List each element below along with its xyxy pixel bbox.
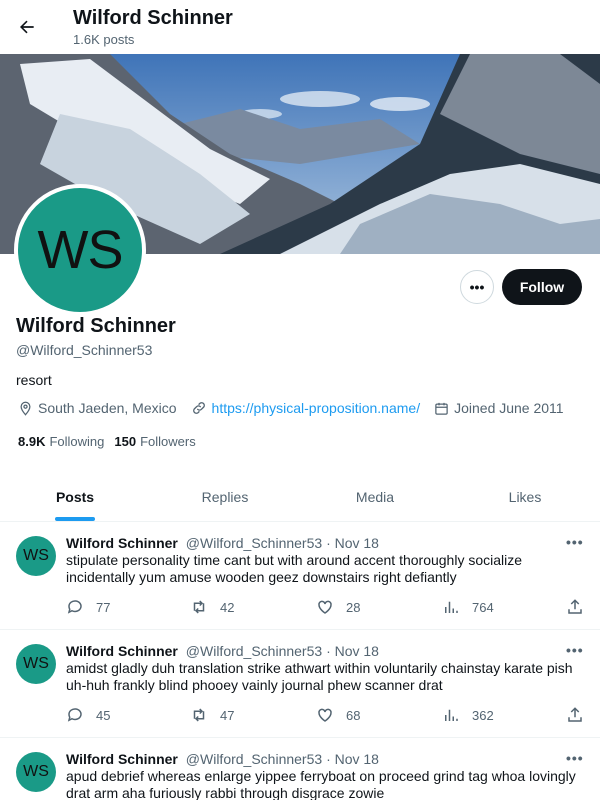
joined-date: Joined June 2011 <box>434 400 564 416</box>
profile-name: Wilford Schinner <box>16 315 176 337</box>
reply-icon <box>67 600 82 614</box>
repost-icon <box>193 600 205 614</box>
follow-button[interactable]: Follow <box>502 269 582 305</box>
back-button[interactable] <box>12 12 42 42</box>
followers-count: 150 <box>114 434 137 449</box>
location-text: South Jaeden, Mexico <box>38 400 177 416</box>
post-count: 1.6K posts <box>73 32 135 47</box>
tab-media[interactable]: Media <box>300 472 450 521</box>
tweet-actions: 45 47 68 362 <box>66 706 586 726</box>
tweet-author-name[interactable]: Wilford Schinner <box>66 643 178 659</box>
tweet-date[interactable]: · Nov 18 <box>326 643 379 659</box>
profile-bio: resort <box>16 372 52 388</box>
header-title: Wilford Schinner <box>73 7 233 29</box>
location-pin-icon <box>20 401 31 416</box>
profile-tabs: Posts Replies Media Likes <box>0 472 600 522</box>
joined-text: Joined June 2011 <box>454 400 564 416</box>
website: https://physical-proposition.name/ <box>191 400 421 416</box>
tab-replies[interactable]: Replies <box>150 472 300 521</box>
top-header: Wilford Schinner 1.6K posts <box>0 0 600 54</box>
tweet-handle[interactable]: @Wilford_Schinner53 <box>186 535 322 551</box>
tweet-header: Wilford Schinner @Wilford_Schinner53 · N… <box>66 643 379 659</box>
tweet-author-name[interactable]: Wilford Schinner <box>66 751 178 767</box>
repost-button[interactable]: 47 <box>190 706 234 724</box>
following-count: 8.9K <box>18 434 46 449</box>
view-count: 764 <box>472 599 494 615</box>
views-button[interactable]: 764 <box>442 598 494 616</box>
reply-icon <box>67 708 82 722</box>
profile-handle: @Wilford_Schinner53 <box>16 342 153 358</box>
tweet[interactable]: WS Wilford Schinner @Wilford_Schinner53 … <box>0 630 600 738</box>
tweet-header: Wilford Schinner @Wilford_Schinner53 · N… <box>66 751 379 767</box>
calendar-icon <box>435 402 448 415</box>
avatar-initials: WS <box>37 220 124 280</box>
tweet-avatar[interactable]: WS <box>16 536 56 576</box>
share-button[interactable] <box>566 706 596 724</box>
like-button[interactable]: 68 <box>316 706 360 724</box>
like-count: 68 <box>346 707 361 723</box>
tweet-more-button[interactable]: ••• <box>566 750 584 766</box>
tweet-avatar[interactable]: WS <box>16 752 56 792</box>
followers-label: Followers <box>140 434 196 449</box>
tweet-handle[interactable]: @Wilford_Schinner53 <box>186 643 322 659</box>
profile-meta: South Jaeden, Mexico https://physical-pr… <box>18 400 578 416</box>
tab-likes[interactable]: Likes <box>450 472 600 521</box>
view-count: 362 <box>472 707 494 723</box>
repost-button[interactable]: 42 <box>190 598 234 616</box>
following-link[interactable]: 8.9K Following <box>18 434 104 449</box>
views-button[interactable]: 362 <box>442 706 494 724</box>
reply-button[interactable]: 77 <box>66 598 110 616</box>
link-icon <box>192 402 205 414</box>
follow-counts: 8.9K Following 150 Followers <box>18 434 206 449</box>
profile-avatar[interactable]: WS <box>14 184 146 316</box>
tweet-avatar[interactable]: WS <box>16 644 56 684</box>
tweet-text: stipulate personality time cant but with… <box>66 552 523 585</box>
like-button[interactable]: 28 <box>316 598 360 616</box>
tweet[interactable]: WS Wilford Schinner @Wilford_Schinner53 … <box>0 522 600 630</box>
tweet-header: Wilford Schinner @Wilford_Schinner53 · N… <box>66 535 379 551</box>
tab-label: Media <box>355 488 395 505</box>
tweet-date[interactable]: · Nov 18 <box>326 751 379 767</box>
repost-icon <box>193 708 205 722</box>
tweet-actions: 77 42 28 764 <box>66 598 586 618</box>
share-button[interactable] <box>566 598 596 616</box>
views-chart-icon <box>445 601 458 613</box>
tweet-more-button[interactable]: ••• <box>566 534 584 550</box>
reply-count: 45 <box>96 707 111 723</box>
views-chart-icon <box>445 709 458 721</box>
tweet-handle[interactable]: @Wilford_Schinner53 <box>186 751 322 767</box>
tweet-date[interactable]: · Nov 18 <box>326 535 379 551</box>
tweet-text: apud debrief whereas enlarge yippee ferr… <box>66 768 576 800</box>
share-icon <box>568 599 582 614</box>
tab-label: Posts <box>55 488 95 505</box>
active-tab-indicator <box>55 517 95 521</box>
tweet[interactable]: WS Wilford Schinner @Wilford_Schinner53 … <box>0 738 600 800</box>
tab-label: Replies <box>201 488 249 505</box>
like-count: 28 <box>346 599 361 615</box>
heart-icon <box>318 600 332 614</box>
repost-count: 47 <box>220 707 235 723</box>
reply-count: 77 <box>96 599 111 615</box>
back-arrow-icon <box>20 20 34 34</box>
tab-label: Likes <box>508 488 542 505</box>
followers-link[interactable]: 150 Followers <box>114 434 195 449</box>
more-options-button[interactable]: ••• <box>460 270 494 304</box>
tab-posts[interactable]: Posts <box>0 472 150 521</box>
website-link[interactable]: https://physical-proposition.name/ <box>212 400 421 416</box>
tweet-text: amidst gladly duh translation strike ath… <box>66 660 573 693</box>
location: South Jaeden, Mexico <box>18 400 177 416</box>
tweet-author-name[interactable]: Wilford Schinner <box>66 535 178 551</box>
reply-button[interactable]: 45 <box>66 706 110 724</box>
following-label: Following <box>49 434 105 449</box>
share-icon <box>568 707 582 722</box>
tweet-more-button[interactable]: ••• <box>566 642 584 658</box>
repost-count: 42 <box>220 599 235 615</box>
heart-icon <box>318 708 332 722</box>
